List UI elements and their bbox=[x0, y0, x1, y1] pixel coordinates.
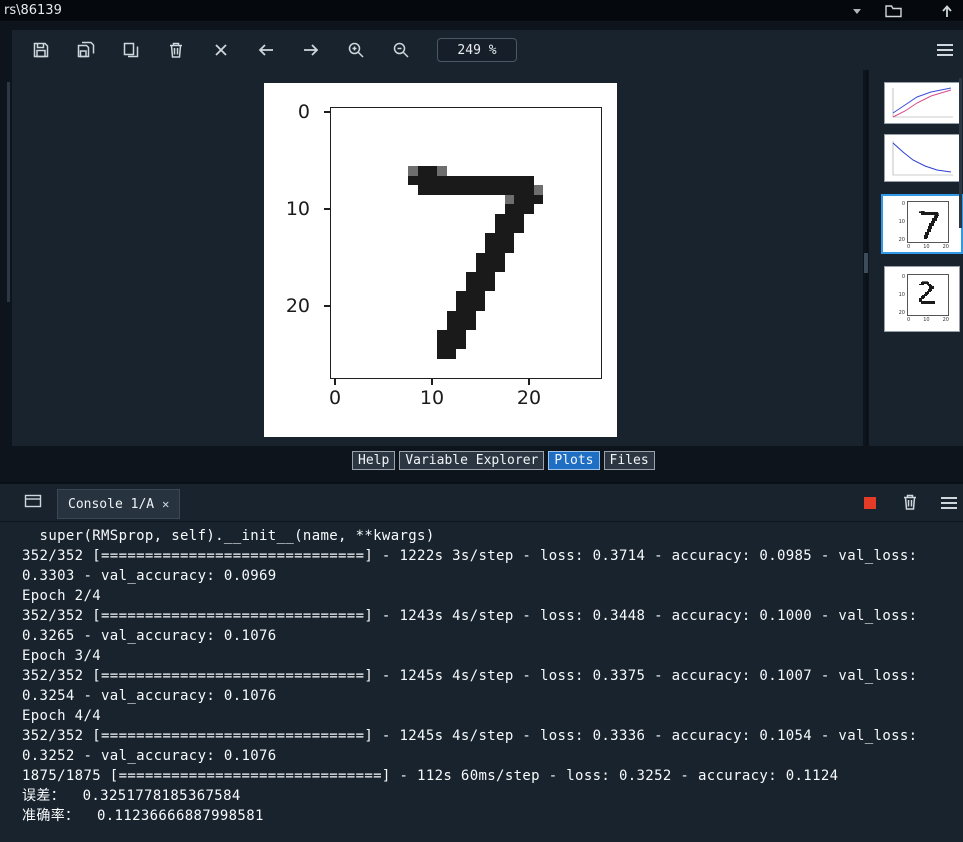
console-header: Console 1/A ✕ bbox=[0, 484, 963, 522]
console-line: 0.3252 - val_accuracy: 0.1076 bbox=[22, 748, 277, 764]
ytick-mark bbox=[324, 111, 330, 113]
xtick-mark bbox=[528, 379, 530, 385]
zoom-level-display[interactable]: 249 % bbox=[437, 38, 517, 62]
console-line: Epoch 2/4 bbox=[22, 588, 102, 604]
spyder-window: rs\86139 249 % 0 10 20 0 10 20 0 10 20 0… bbox=[0, 0, 963, 842]
plots-options-menu-button[interactable] bbox=[937, 44, 953, 56]
digit-7-image bbox=[330, 107, 602, 379]
copy-plot-button[interactable] bbox=[116, 36, 146, 64]
console-output: super(RMSprop, self).__init__(name, **kw… bbox=[22, 526, 957, 842]
divider-handle[interactable] bbox=[864, 253, 868, 273]
digit-7-mini-image bbox=[907, 201, 949, 243]
console-line: super(RMSprop, self).__init__(name, **kw… bbox=[22, 528, 435, 544]
tab-files[interactable]: Files bbox=[603, 451, 655, 470]
xtick-label: 20 bbox=[516, 387, 542, 409]
right-arrow-icon bbox=[304, 44, 319, 56]
working-directory-bar: rs\86139 bbox=[0, 0, 963, 22]
thumbnails-scrollbar[interactable] bbox=[959, 78, 962, 228]
remove-plot-button[interactable] bbox=[161, 36, 191, 64]
tab-help[interactable]: Help bbox=[352, 451, 396, 470]
remove-variables-button[interactable] bbox=[902, 493, 918, 515]
tab-plots[interactable]: Plots bbox=[548, 451, 600, 470]
zoom-out-icon bbox=[393, 42, 409, 58]
save-icon bbox=[33, 42, 49, 58]
previous-plot-button[interactable] bbox=[251, 36, 281, 64]
close-all-icon bbox=[215, 44, 227, 56]
ytick-mark bbox=[324, 305, 330, 307]
console-line: 0.3303 - val_accuracy: 0.0969 bbox=[22, 568, 277, 584]
console-line: 1875/1875 [=============================… bbox=[22, 768, 839, 784]
plots-toolbar: 249 % bbox=[12, 30, 963, 70]
line-chart-thumbnail bbox=[892, 87, 953, 118]
thumbnail-loss-curve[interactable] bbox=[884, 134, 960, 182]
thumbnail-training-metrics[interactable] bbox=[884, 82, 960, 124]
zoom-in-icon bbox=[348, 42, 364, 58]
ytick-label: 10 bbox=[285, 198, 310, 220]
save-plot-button[interactable] bbox=[26, 36, 56, 64]
plot-canvas: 0 10 20 0 10 20 bbox=[12, 70, 863, 446]
mini-ytick-labels: 0 10 20 bbox=[898, 274, 905, 316]
hamburger-icon bbox=[937, 44, 953, 46]
left-arrow-icon bbox=[258, 44, 273, 56]
copy-icon bbox=[123, 42, 139, 58]
trash-icon bbox=[904, 494, 916, 510]
parent-directory-button[interactable] bbox=[936, 2, 958, 20]
working-directory-path[interactable]: rs\86139 bbox=[4, 3, 62, 18]
console-line: 准确率： 0.11236666887998581 bbox=[22, 808, 264, 824]
remove-all-plots-button[interactable] bbox=[206, 36, 236, 64]
mini-xtick-labels: 0 10 20 bbox=[907, 317, 949, 323]
zoom-in-button[interactable] bbox=[341, 36, 371, 64]
xtick-mark bbox=[431, 379, 433, 385]
xtick-label: 0 bbox=[328, 387, 342, 409]
next-plot-button[interactable] bbox=[296, 36, 326, 64]
folder-icon bbox=[884, 5, 902, 18]
mini-xtick-labels: 0 10 20 bbox=[907, 244, 949, 250]
digit-2-mini-image bbox=[907, 274, 949, 316]
zoom-out-button[interactable] bbox=[386, 36, 416, 64]
browse-tabs-button[interactable] bbox=[24, 493, 42, 513]
console-line: 误差： 0.3251778185367584 bbox=[22, 788, 241, 804]
console-line: Epoch 4/4 bbox=[22, 708, 102, 724]
console-pane: Console 1/A ✕ super(RMSprop, self).__ini… bbox=[0, 482, 963, 842]
save-all-plots-button[interactable] bbox=[71, 36, 101, 64]
thumbnail-digit-7[interactable]: 0 10 20 0 10 20 bbox=[881, 194, 963, 254]
plot-thumbnail-list: 0 10 20 0 10 20 0 10 20 0 10 20 bbox=[869, 70, 963, 446]
hamburger-icon bbox=[941, 497, 957, 499]
chevron-down-icon[interactable] bbox=[853, 9, 861, 14]
mini-ytick-labels: 0 10 20 bbox=[898, 201, 905, 243]
console-line: 352/352 [==============================]… bbox=[22, 548, 918, 564]
console-line: 0.3254 - val_accuracy: 0.1076 bbox=[22, 688, 277, 704]
xtick-label: 10 bbox=[419, 387, 445, 409]
console-line: 352/352 [==============================]… bbox=[22, 728, 918, 744]
save-all-icon bbox=[77, 41, 94, 58]
console-line: 352/352 [==============================]… bbox=[22, 608, 918, 624]
ytick-label: 0 bbox=[297, 101, 310, 123]
console-line: 352/352 [==============================]… bbox=[22, 668, 918, 684]
stop-icon[interactable] bbox=[864, 497, 876, 509]
pane-tab-bar: Help Variable Explorer Plots Files bbox=[352, 451, 655, 470]
matplotlib-figure: 0 10 20 0 10 20 bbox=[264, 83, 617, 437]
left-scrollbar[interactable] bbox=[7, 82, 10, 302]
console-line: 0.3265 - val_accuracy: 0.1076 bbox=[22, 628, 277, 644]
xtick-mark bbox=[334, 379, 336, 385]
thumbnail-digit-2[interactable]: 0 10 20 0 10 20 bbox=[884, 266, 960, 332]
console-line: Epoch 3/4 bbox=[22, 648, 102, 664]
console-tab-label: Console 1/A bbox=[68, 496, 155, 512]
console-options-menu-button[interactable] bbox=[941, 497, 957, 509]
ytick-label: 20 bbox=[285, 295, 310, 317]
ytick-mark bbox=[324, 208, 330, 210]
console-tab[interactable]: Console 1/A ✕ bbox=[57, 489, 181, 519]
loss-curve-thumbnail bbox=[892, 141, 953, 176]
close-icon[interactable]: ✕ bbox=[162, 497, 169, 511]
tab-variable-explorer[interactable]: Variable Explorer bbox=[399, 451, 545, 470]
trash-icon bbox=[170, 42, 182, 58]
browse-folder-button[interactable] bbox=[882, 2, 904, 20]
window-panes-icon bbox=[24, 494, 42, 508]
up-arrow-icon bbox=[942, 4, 952, 17]
